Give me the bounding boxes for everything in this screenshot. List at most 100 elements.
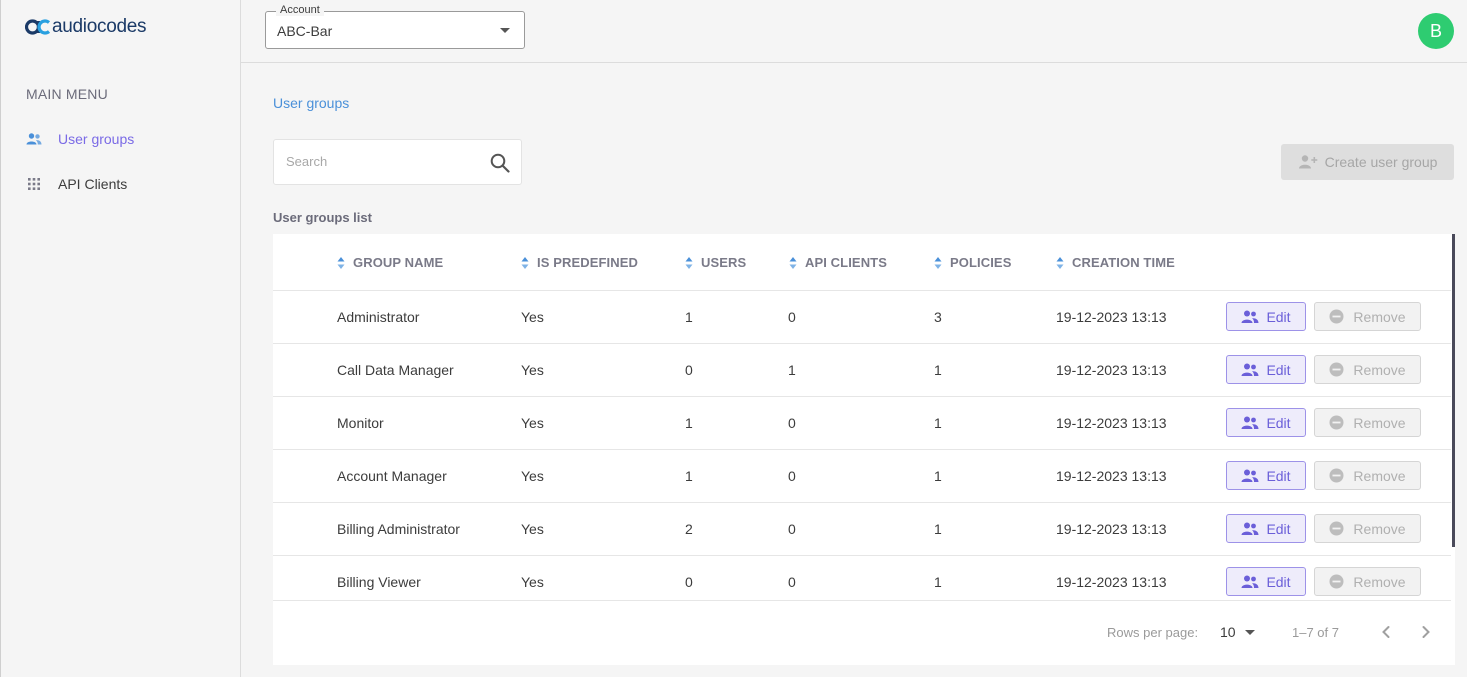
remove-label: Remove	[1353, 414, 1406, 431]
audiocodes-logo[interactable]: audiocodes	[25, 16, 147, 38]
column-header-policies[interactable]: POLICIES	[934, 255, 1011, 270]
edit-button[interactable]: Edit	[1226, 408, 1306, 437]
cell-users: 2	[685, 521, 693, 537]
cell-is-predefined: Yes	[521, 415, 544, 431]
table-header: GROUP NAME IS PREDEFINED USERS API CLIEN…	[273, 234, 1451, 291]
cell-users: 0	[685, 574, 693, 590]
column-label: CREATION TIME	[1072, 255, 1175, 270]
sort-icon	[337, 256, 345, 269]
table-row[interactable]: Account Manager Yes 1 0 1 19-12-2023 13:…	[273, 450, 1451, 503]
chevron-right-icon[interactable]	[1415, 621, 1437, 643]
cell-api-clients: 0	[788, 415, 796, 431]
cell-api-clients: 0	[788, 309, 796, 325]
edit-button[interactable]: Edit	[1226, 355, 1306, 384]
cell-api-clients: 0	[788, 468, 796, 484]
table-row[interactable]: Billing Viewer Yes 0 0 1 19-12-2023 13:1…	[273, 556, 1451, 600]
sort-icon	[1056, 256, 1064, 269]
remove-label: Remove	[1353, 520, 1406, 537]
cell-policies: 1	[934, 521, 942, 537]
sidebar-item-label: API Clients	[58, 176, 128, 192]
table-row[interactable]: Call Data Manager Yes 0 1 1 19-12-2023 1…	[273, 344, 1451, 397]
users-icon	[1241, 469, 1259, 482]
minus-circle-icon	[1329, 468, 1344, 483]
cell-policies: 1	[934, 362, 942, 378]
cell-is-predefined: Yes	[521, 521, 544, 537]
account-value: ABC-Bar	[277, 23, 333, 39]
sort-icon	[521, 256, 529, 269]
column-label: GROUP NAME	[353, 255, 444, 270]
column-header-api-clients[interactable]: API CLIENTS	[789, 255, 887, 270]
cell-creation-time: 19-12-2023 13:13	[1056, 362, 1167, 378]
sort-icon	[934, 256, 942, 269]
remove-label: Remove	[1353, 308, 1406, 325]
remove-button[interactable]: Remove	[1314, 302, 1421, 331]
edit-button[interactable]: Edit	[1226, 514, 1306, 543]
edit-button[interactable]: Edit	[1226, 461, 1306, 490]
column-header-creation-time[interactable]: CREATION TIME	[1056, 255, 1175, 270]
remove-button[interactable]: Remove	[1314, 567, 1421, 596]
sidebar-item-api-clients[interactable]: API Clients	[26, 176, 127, 192]
search-box	[273, 139, 522, 185]
cell-api-clients: 1	[788, 362, 796, 378]
cell-creation-time: 19-12-2023 13:13	[1056, 309, 1167, 325]
top-bar: Account ABC-Bar B	[241, 0, 1467, 63]
cell-group-name: Call Data Manager	[337, 362, 454, 378]
remove-label: Remove	[1353, 361, 1406, 378]
user-groups-table: GROUP NAME IS PREDEFINED USERS API CLIEN…	[273, 234, 1455, 665]
remove-button[interactable]: Remove	[1314, 514, 1421, 543]
search-input[interactable]	[286, 154, 476, 169]
sidebar-item-label: User groups	[58, 131, 135, 147]
sort-icon	[685, 256, 693, 269]
cell-group-name: Administrator	[337, 309, 420, 325]
table-row[interactable]: Administrator Yes 1 0 3 19-12-2023 13:13…	[273, 291, 1451, 344]
users-icon	[1241, 575, 1259, 588]
sidebar: audiocodes MAIN MENU User groups API Cli…	[0, 0, 241, 677]
cell-policies: 1	[934, 468, 942, 484]
column-label: USERS	[701, 255, 747, 270]
column-header-is-predefined[interactable]: IS PREDEFINED	[521, 255, 638, 270]
rows-per-page-value: 10	[1220, 624, 1236, 640]
scrollbar[interactable]	[1452, 234, 1455, 547]
breadcrumb[interactable]: User groups	[273, 95, 349, 111]
edit-label: Edit	[1266, 467, 1291, 484]
cell-is-predefined: Yes	[521, 362, 544, 378]
column-header-users[interactable]: USERS	[685, 255, 746, 270]
remove-button[interactable]: Remove	[1314, 461, 1421, 490]
cell-group-name: Account Manager	[337, 468, 447, 484]
cell-users: 1	[685, 309, 693, 325]
table-row[interactable]: Billing Administrator Yes 2 0 1 19-12-20…	[273, 503, 1451, 556]
users-icon	[1241, 310, 1259, 323]
cell-policies: 3	[934, 309, 942, 325]
users-icon	[1241, 363, 1259, 376]
search-icon[interactable]	[489, 152, 511, 174]
sidebar-item-user-groups[interactable]: User groups	[26, 131, 134, 147]
user-avatar[interactable]: B	[1418, 13, 1454, 49]
create-user-group-button[interactable]: Create user group	[1281, 144, 1454, 180]
table-row[interactable]: Monitor Yes 1 0 1 19-12-2023 13:13 Edit …	[273, 397, 1451, 450]
edit-label: Edit	[1266, 520, 1291, 537]
remove-button[interactable]: Remove	[1314, 355, 1421, 384]
account-select[interactable]: Account ABC-Bar	[265, 4, 525, 49]
edit-label: Edit	[1266, 414, 1291, 431]
cell-creation-time: 19-12-2023 13:13	[1056, 468, 1167, 484]
minus-circle-icon	[1329, 521, 1344, 536]
users-icon	[26, 131, 42, 147]
remove-label: Remove	[1353, 467, 1406, 484]
list-title: User groups list	[273, 210, 372, 225]
caret-down-icon	[500, 28, 510, 33]
remove-button[interactable]: Remove	[1314, 408, 1421, 437]
cell-api-clients: 0	[788, 574, 796, 590]
edit-button[interactable]: Edit	[1226, 567, 1306, 596]
cell-is-predefined: Yes	[521, 574, 544, 590]
audiocodes-logo-icon	[25, 19, 51, 35]
column-header-group-name[interactable]: GROUP NAME	[337, 255, 443, 270]
cell-creation-time: 19-12-2023 13:13	[1056, 521, 1167, 537]
cell-api-clients: 0	[788, 521, 796, 537]
cell-group-name: Billing Viewer	[337, 574, 421, 590]
rows-per-page-select[interactable]: 10	[1220, 624, 1255, 640]
column-label: POLICIES	[950, 255, 1012, 270]
cell-is-predefined: Yes	[521, 468, 544, 484]
account-label: Account	[276, 4, 324, 16]
chevron-left-icon[interactable]	[1375, 621, 1397, 643]
edit-button[interactable]: Edit	[1226, 302, 1306, 331]
